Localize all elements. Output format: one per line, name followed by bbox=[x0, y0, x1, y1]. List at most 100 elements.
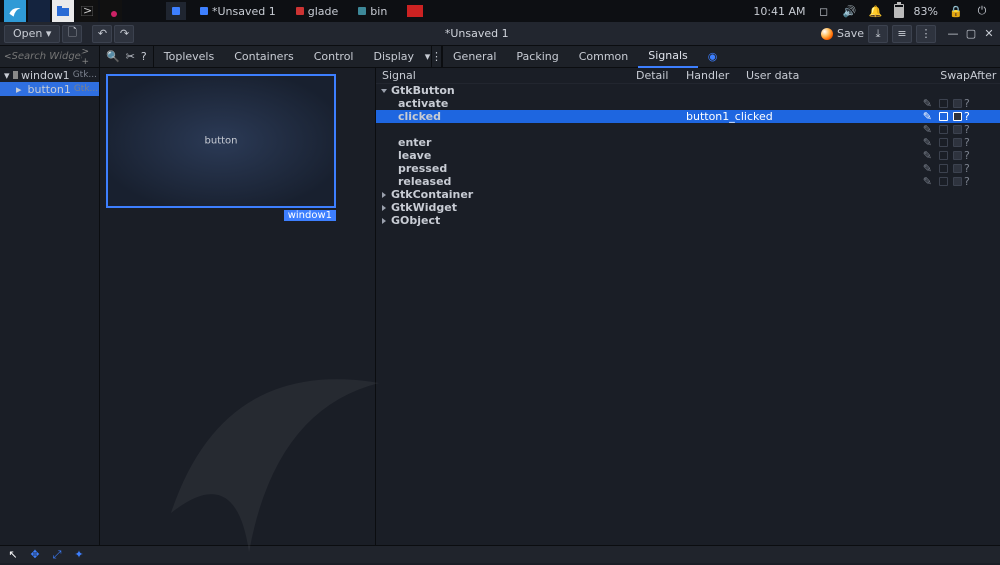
help-icon[interactable]: ? bbox=[964, 136, 978, 149]
task-label: bin bbox=[370, 5, 387, 18]
prop-tab-common[interactable]: Common bbox=[569, 46, 639, 68]
after-checkbox[interactable] bbox=[953, 112, 962, 121]
signal-row-enter[interactable]: enter✎? bbox=[376, 136, 1000, 149]
edit-icon[interactable]: ✎ bbox=[923, 136, 932, 149]
app-indicator-icon bbox=[358, 7, 366, 15]
app-indicator-icon bbox=[172, 7, 180, 15]
open-button[interactable]: Open ▾ bbox=[4, 25, 60, 43]
help-icon[interactable]: ? bbox=[964, 175, 978, 188]
help-icon[interactable]: ? bbox=[964, 162, 978, 175]
taskbar-item-bin[interactable]: bin bbox=[352, 2, 393, 20]
app-headerbar: Open ▾ 🗋 ↶ ↷ *Unsaved 1 Save ⤓ ≡ ⋮ — ▢ ✕ bbox=[0, 22, 1000, 46]
prop-tab-packing[interactable]: Packing bbox=[506, 46, 568, 68]
workspace-icon[interactable]: ◻ bbox=[816, 3, 832, 19]
cut-icon[interactable]: ✂ bbox=[126, 50, 135, 63]
preview-button-widget[interactable]: button bbox=[205, 136, 238, 147]
signal-row-extra[interactable]: ✎? bbox=[376, 123, 1000, 136]
taskbar-item-unsaved[interactable]: *Unsaved 1 bbox=[194, 2, 282, 20]
after-checkbox[interactable] bbox=[953, 99, 962, 108]
watermark-dragon-icon bbox=[145, 305, 405, 565]
launcher-editor-icon[interactable] bbox=[100, 0, 122, 22]
prop-tab-signals[interactable]: Signals bbox=[638, 46, 698, 68]
signal-group-GtkWidget[interactable]: GtkWidget bbox=[376, 201, 1000, 214]
swap-checkbox[interactable] bbox=[939, 99, 948, 108]
swap-checkbox[interactable] bbox=[939, 112, 948, 121]
after-checkbox[interactable] bbox=[953, 125, 962, 134]
category-tab-toplevels[interactable]: Toplevels bbox=[154, 46, 224, 68]
signal-row-activate[interactable]: activate✎? bbox=[376, 97, 1000, 110]
resize-tool-icon[interactable]: ⤢ bbox=[50, 548, 64, 562]
signal-row-pressed[interactable]: pressed✎? bbox=[376, 162, 1000, 175]
close-button[interactable]: ✕ bbox=[984, 29, 994, 39]
category-tab-containers[interactable]: Containers bbox=[224, 46, 304, 68]
tree-item-window1[interactable]: ▾window1Gtk... bbox=[0, 68, 99, 82]
new-file-button[interactable]: 🗋 bbox=[62, 25, 82, 43]
after-checkbox[interactable] bbox=[953, 151, 962, 160]
menu-button[interactable]: ≡ bbox=[892, 25, 912, 43]
signal-row-leave[interactable]: leave✎? bbox=[376, 149, 1000, 162]
swap-checkbox[interactable] bbox=[939, 125, 948, 134]
swap-checkbox[interactable] bbox=[939, 151, 948, 160]
signal-group-GObject[interactable]: GObject bbox=[376, 214, 1000, 227]
search-input[interactable] bbox=[12, 51, 82, 62]
signal-group-GtkButton[interactable]: GtkButton bbox=[376, 84, 1000, 97]
launcher-files-icon[interactable] bbox=[52, 0, 74, 22]
swap-checkbox[interactable] bbox=[939, 177, 948, 186]
notifications-icon[interactable]: 🔔 bbox=[868, 3, 884, 19]
launcher-terminal-icon[interactable]: >_ bbox=[76, 0, 98, 22]
system-taskbar: >_ *Unsaved 1 glade bin 10:41 AM ◻ 🔊 🔔 8… bbox=[0, 0, 1000, 22]
signal-row-released[interactable]: released✎? bbox=[376, 175, 1000, 188]
taskbar-item-glade[interactable]: glade bbox=[290, 2, 345, 20]
preview-window-label: window1 bbox=[284, 210, 336, 221]
edit-icon[interactable]: ✎ bbox=[923, 97, 932, 110]
design-canvas[interactable]: button window1 bbox=[100, 68, 376, 545]
tree-item-button1[interactable]: ▸button1Gtk... bbox=[0, 82, 99, 96]
help-icon[interactable]: ? bbox=[141, 50, 147, 63]
prop-tab-general[interactable]: General bbox=[443, 46, 506, 68]
prop-tab-a11y[interactable]: ◉ bbox=[698, 46, 728, 68]
widget-tree[interactable]: ▾window1Gtk...▸button1Gtk... bbox=[0, 68, 100, 545]
signal-group-GtkContainer[interactable]: GtkContainer bbox=[376, 188, 1000, 201]
category-tab-display[interactable]: Display bbox=[363, 46, 424, 68]
swap-checkbox[interactable] bbox=[939, 138, 948, 147]
pointer-tool-icon[interactable]: ↖ bbox=[6, 548, 20, 562]
help-icon[interactable]: ? bbox=[964, 97, 978, 110]
category-tab-control[interactable]: Control bbox=[304, 46, 364, 68]
minimize-button[interactable]: — bbox=[948, 29, 958, 39]
lock-icon[interactable]: 🔒 bbox=[948, 3, 964, 19]
edit-icon[interactable]: ✎ bbox=[923, 162, 932, 175]
edit-icon[interactable]: ✎ bbox=[923, 175, 932, 188]
edit-icon[interactable]: ✎ bbox=[923, 123, 932, 136]
kebab-menu-button[interactable]: ⋮ bbox=[916, 25, 936, 43]
after-checkbox[interactable] bbox=[953, 164, 962, 173]
widget-search[interactable]: < > + bbox=[0, 46, 100, 67]
save-button[interactable]: Save bbox=[837, 27, 864, 40]
col-after: After bbox=[970, 69, 1000, 82]
help-icon[interactable]: ? bbox=[964, 149, 978, 162]
preview-window[interactable]: button window1 bbox=[106, 74, 336, 208]
signal-row-clicked[interactable]: clickedbutton1_clicked✎? bbox=[376, 110, 1000, 123]
volume-icon[interactable]: 🔊 bbox=[842, 3, 858, 19]
search-icon[interactable]: 🔍 bbox=[106, 50, 120, 63]
red-square-icon bbox=[407, 5, 423, 17]
after-checkbox[interactable] bbox=[953, 138, 962, 147]
taskbar-item-glade-window[interactable] bbox=[166, 2, 186, 20]
swap-checkbox[interactable] bbox=[939, 164, 948, 173]
edit-icon[interactable]: ✎ bbox=[923, 110, 932, 123]
signals-panel: Signal Detail Handler User data Swap Aft… bbox=[376, 68, 1000, 545]
edit-icon[interactable]: ✎ bbox=[923, 149, 932, 162]
move-tool-icon[interactable]: ✥ bbox=[28, 548, 42, 562]
power-icon[interactable]: ⏻ bbox=[974, 3, 990, 19]
after-checkbox[interactable] bbox=[953, 177, 962, 186]
pin-tool-icon[interactable]: ✦ bbox=[72, 548, 86, 562]
undo-button[interactable]: ↶ bbox=[92, 25, 112, 43]
launcher-app-icon[interactable] bbox=[28, 0, 50, 22]
redo-button[interactable]: ↷ bbox=[114, 25, 134, 43]
launcher-kali-icon[interactable] bbox=[4, 0, 26, 22]
taskbar-item-red[interactable] bbox=[401, 2, 429, 20]
help-icon[interactable]: ? bbox=[964, 110, 978, 123]
secondary-toolbar: < > + 🔍 ✂ ? ToplevelsContainersControlDi… bbox=[0, 46, 1000, 68]
help-icon[interactable]: ? bbox=[964, 123, 978, 136]
save-as-button[interactable]: ⤓ bbox=[868, 25, 888, 43]
maximize-button[interactable]: ▢ bbox=[966, 29, 976, 39]
